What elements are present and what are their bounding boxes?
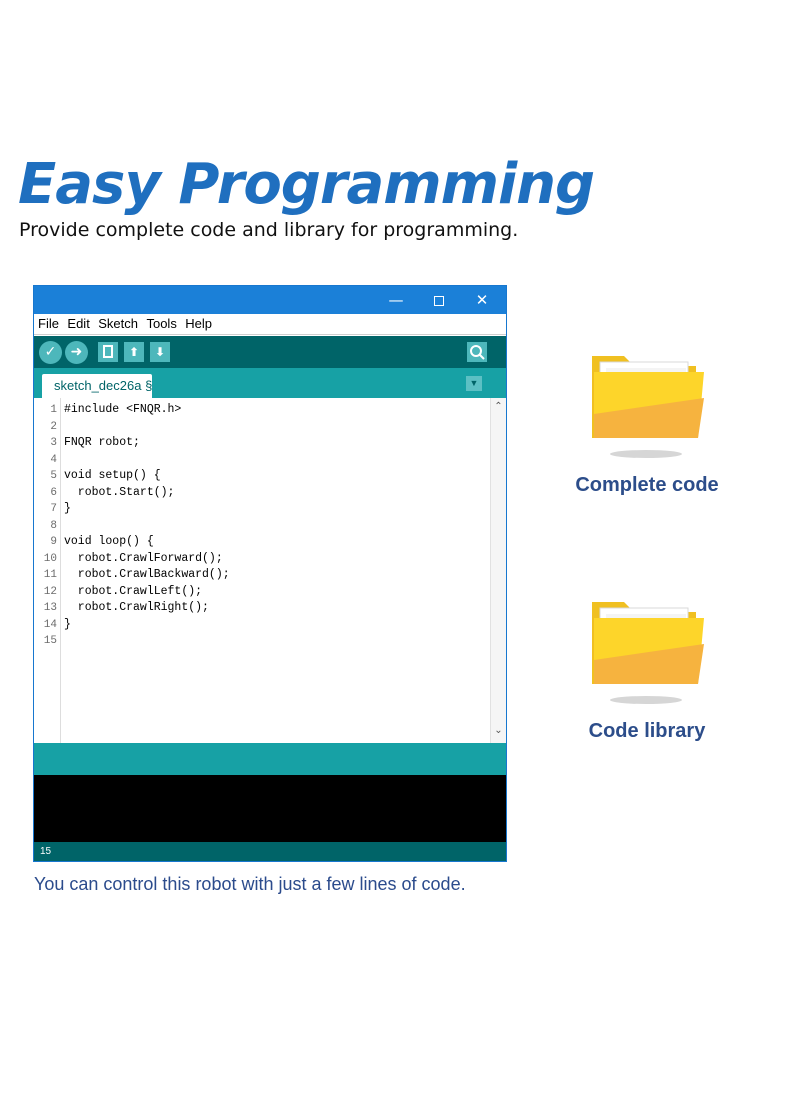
arrow-down-icon: ⬇ — [154, 345, 166, 359]
caption: You can control this robot with just a f… — [34, 874, 466, 894]
open-button[interactable]: ⬆ — [124, 342, 144, 362]
line-number-gutter: 1 2 3 4 5 6 7 8 9 10 11 12 13 14 15 — [34, 398, 61, 743]
check-icon: ✓ — [44, 344, 57, 360]
new-button[interactable] — [98, 342, 118, 362]
ide-window: — ✕ File Edit Sketch Tools Help ✓ ➜ ⬆ ⬇ — [33, 285, 507, 862]
code-line: void setup() { — [64, 469, 161, 482]
menu-file[interactable]: File — [38, 314, 59, 334]
code-editor[interactable]: 1 2 3 4 5 6 7 8 9 10 11 12 13 14 15 #include <FNQR.h> F… — [34, 398, 506, 743]
tab-bar: sketch_dec26a § — [34, 368, 506, 398]
code-line: robot.Start(); — [64, 485, 175, 499]
verify-button[interactable]: ✓ — [39, 341, 62, 364]
line-number: 6 — [50, 486, 57, 499]
tab-sketch[interactable]: sketch_dec26a § — [42, 374, 152, 398]
line-number: 12 — [43, 585, 57, 598]
line-number: 10 — [43, 552, 57, 565]
folder-icon — [588, 594, 708, 704]
code-line: robot.CrawlRight(); — [64, 601, 209, 614]
line-number: 9 — [50, 536, 57, 548]
message-bar — [34, 743, 506, 775]
feature-label-complete-code: Complete code — [575, 474, 719, 496]
code-line: } — [64, 502, 71, 515]
maximize-icon — [434, 295, 444, 306]
line-number: 3 — [50, 437, 57, 449]
line-number: 1 — [50, 404, 57, 416]
menu-edit[interactable]: Edit — [67, 314, 89, 334]
code-line: robot.CrawlLeft(); — [64, 584, 203, 598]
serial-monitor-button[interactable] — [467, 342, 487, 362]
code-line: void loop() { — [64, 535, 154, 548]
menu-bar: File Edit Sketch Tools Help — [34, 314, 506, 335]
page-subtitle: Provide complete code and library for pr… — [19, 219, 519, 241]
line-number: 14 — [43, 618, 57, 631]
arrow-up-icon: ⬆ — [128, 345, 140, 359]
feature-label-code-library: Code library — [588, 720, 706, 742]
console-output — [34, 775, 506, 842]
minimize-button[interactable]: — — [374, 286, 418, 314]
triangle-down-icon: ▼ — [469, 378, 479, 388]
maximize-button[interactable] — [417, 286, 461, 314]
code-line: FNQR robot; — [64, 436, 140, 449]
scroll-up-icon[interactable]: ⌃ — [491, 400, 506, 414]
code-line: #include <FNQR.h> — [64, 403, 182, 416]
scroll-down-icon[interactable]: ⌄ — [491, 724, 506, 738]
line-number: 15 — [43, 635, 57, 647]
new-file-icon — [103, 345, 113, 358]
tab-menu-button[interactable]: ▼ — [466, 376, 482, 391]
close-button[interactable]: ✕ — [460, 286, 504, 314]
folder-icon — [588, 348, 708, 458]
upload-button[interactable]: ➜ — [65, 341, 88, 364]
code-line: } — [64, 617, 71, 631]
menu-tools[interactable]: Tools — [146, 314, 176, 334]
line-number: 8 — [50, 519, 57, 532]
menu-help[interactable]: Help — [185, 314, 212, 334]
page-title: Easy Programming — [18, 152, 595, 217]
line-number: 2 — [50, 420, 57, 433]
code-line: robot.CrawlBackward(); — [64, 568, 230, 581]
line-number: 11 — [43, 569, 57, 581]
line-number: 4 — [50, 453, 57, 466]
status-bar-line-number: 15 — [34, 842, 506, 861]
toolbar: ✓ ➜ ⬆ ⬇ — [34, 336, 506, 368]
menu-sketch[interactable]: Sketch — [98, 314, 138, 334]
window-titlebar: — ✕ — [34, 286, 506, 314]
code-line: robot.CrawlForward(); — [64, 551, 223, 565]
line-number: 5 — [50, 470, 57, 482]
line-number: 13 — [43, 602, 57, 614]
line-number: 7 — [50, 503, 57, 515]
save-button[interactable]: ⬇ — [150, 342, 170, 362]
arrow-right-icon: ➜ — [70, 344, 83, 360]
vertical-scrollbar[interactable]: ⌃ ⌄ — [490, 398, 506, 743]
magnifier-icon — [470, 345, 485, 360]
